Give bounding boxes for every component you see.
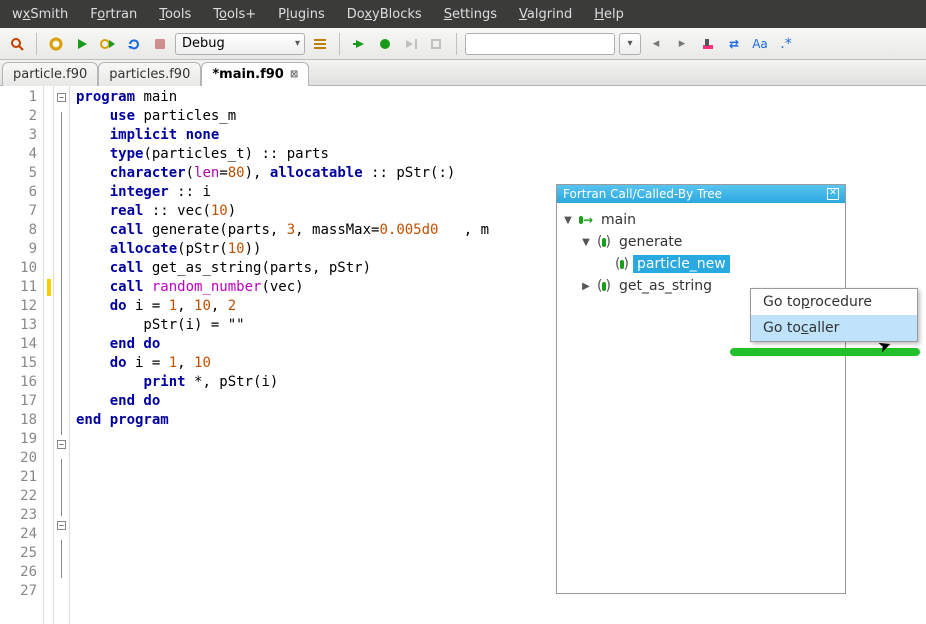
debug-continue-icon[interactable] <box>374 33 396 55</box>
tree-row[interactable]: ▼ () generate <box>561 231 841 253</box>
fold-gutter: −−− <box>54 86 70 624</box>
marker-gutter <box>44 86 54 624</box>
menu-item[interactable]: Tools <box>153 4 197 25</box>
gear-icon[interactable] <box>45 33 67 55</box>
chevron-down-icon: ▾ <box>627 38 632 49</box>
debug-step-icon[interactable] <box>426 33 448 55</box>
regex-icon[interactable]: .* <box>775 33 797 55</box>
search-options-dropdown[interactable]: ▾ <box>619 33 641 55</box>
call-tree-panel: Fortran Call/Called-By Tree ✕ ▼ → main ▼ () g… <box>556 184 846 594</box>
editor-tab[interactable]: particles.f90 <box>98 62 201 86</box>
tree-row[interactable]: () particle_new <box>561 253 841 275</box>
menu-item[interactable]: Settings <box>438 4 503 25</box>
magnifier-icon[interactable] <box>6 33 28 55</box>
menu-item[interactable]: Fortran <box>84 4 143 25</box>
run-icon[interactable] <box>71 33 93 55</box>
debug-start-icon[interactable] <box>348 33 370 55</box>
match-case-icon[interactable]: Aa <box>749 33 771 55</box>
tree-row[interactable]: ▼ → main <box>561 209 841 231</box>
editor-tabs: particle.f90 particles.f90 *main.f90 ⊠ <box>0 60 926 86</box>
next-icon[interactable]: ▸ <box>671 33 693 55</box>
tab-label: *main.f90 <box>212 67 284 82</box>
stop-icon[interactable] <box>149 33 171 55</box>
function-icon: () <box>597 235 611 249</box>
panel-titlebar[interactable]: Fortran Call/Called-By Tree ✕ <box>557 185 845 203</box>
context-menu-item[interactable]: Go to procedure <box>751 289 917 315</box>
tab-label: particle.f90 <box>13 67 87 82</box>
editor-tab[interactable]: *main.f90 ⊠ <box>201 62 309 86</box>
tree-label: particle_new <box>633 255 730 273</box>
function-entry-icon: → <box>579 213 593 227</box>
debug-run-to-icon[interactable] <box>400 33 422 55</box>
build-run-icon[interactable] <box>97 33 119 55</box>
menu-item[interactable]: DoxyBlocks <box>341 4 428 25</box>
menu-item[interactable]: Plugins <box>272 4 331 25</box>
expand-icon[interactable]: ▶ <box>579 281 593 292</box>
menu-item[interactable]: Valgrind <box>513 4 578 25</box>
highlight-icon[interactable] <box>697 33 719 55</box>
menubar: wxSmith Fortran Tools Tools+ Plugins DoxyBloc… <box>0 0 926 28</box>
prev-icon[interactable]: ◂ <box>645 33 667 55</box>
tree-label: get_as_string <box>615 277 716 295</box>
search-input[interactable] <box>465 33 615 55</box>
panel-title: Fortran Call/Called-By Tree <box>563 187 722 201</box>
build-target-combo[interactable]: Debug ▾ <box>175 33 305 55</box>
tree-label: generate <box>615 233 686 251</box>
tree-label: main <box>597 211 640 229</box>
close-icon[interactable]: ✕ <box>827 188 839 200</box>
close-icon[interactable]: ⊠ <box>290 69 298 80</box>
editor-tab[interactable]: particle.f90 <box>2 62 98 86</box>
tab-label: particles.f90 <box>109 67 190 82</box>
context-menu: Go to procedureGo to caller <box>750 288 918 342</box>
function-icon: () <box>597 279 611 293</box>
chevron-down-icon: ▾ <box>295 38 300 49</box>
expand-icon[interactable]: ▼ <box>561 215 575 226</box>
context-menu-item[interactable]: Go to caller <box>751 315 917 341</box>
list-icon[interactable] <box>309 33 331 55</box>
menu-item[interactable]: wxSmith <box>6 4 74 25</box>
menu-item[interactable]: Tools+ <box>207 4 262 25</box>
menu-item[interactable]: Help <box>588 4 630 25</box>
rebuild-icon[interactable] <box>123 33 145 55</box>
function-icon: () <box>615 257 629 271</box>
expand-icon[interactable]: ▼ <box>579 237 593 248</box>
toolbar: Debug ▾ ▾ ◂ ▸ ⇄ Aa .* <box>0 28 926 60</box>
line-number-gutter: 1234567891011121314151617181920212223242… <box>0 86 44 624</box>
build-target-value: Debug <box>182 36 225 51</box>
case-icon[interactable]: ⇄ <box>723 33 745 55</box>
